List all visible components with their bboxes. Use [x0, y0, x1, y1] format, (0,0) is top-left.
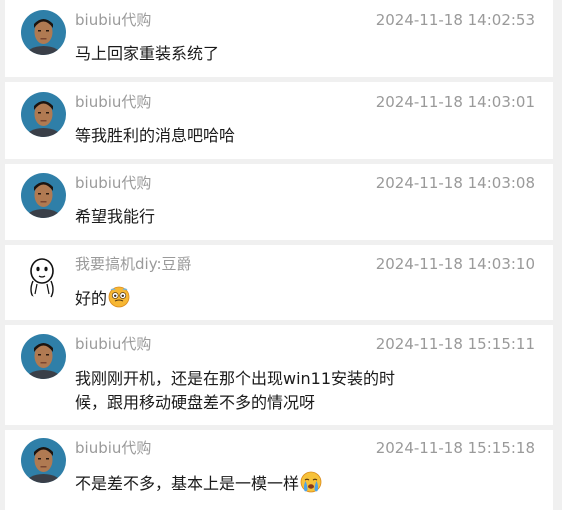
chat-message: biubiu代购 2024-11-18 15:15:18 不是差不多，基本上是一… — [5, 430, 553, 510]
timestamp: 2024-11-18 14:03:08 — [375, 174, 535, 192]
username[interactable]: 我要搞机diy:豆爵 — [75, 254, 192, 274]
message-text: 我刚刚开机，还是在那个出现win11安装的时 — [75, 369, 396, 388]
timestamp: 2024-11-18 14:02:53 — [375, 11, 535, 29]
doodle-face-icon — [21, 254, 66, 299]
message-text: 候，跟用移动硬盘差不多的情况呀 — [75, 393, 316, 412]
chat-message: 我要搞机diy:豆爵 2024-11-18 14:03:10 好的 — [5, 245, 553, 320]
user-avatar[interactable] — [21, 254, 66, 299]
chat-message-list: biubiu代购 2024-11-18 14:02:53 马上回家重装系统了 b… — [0, 0, 562, 510]
message-text: 不是差不多，基本上是一模一样 — [75, 471, 475, 500]
username[interactable]: biubiu代购 — [75, 334, 151, 354]
username[interactable]: biubiu代购 — [75, 173, 151, 193]
message-text: 等我胜利的消息吧哈哈 — [75, 126, 236, 145]
user-avatar[interactable] — [21, 438, 66, 483]
user-avatar[interactable] — [21, 92, 66, 137]
user-avatar[interactable] — [21, 10, 66, 55]
username[interactable]: biubiu代购 — [75, 438, 151, 458]
hot-face-emoji-icon — [108, 286, 130, 315]
timestamp: 2024-11-18 15:15:18 — [375, 439, 535, 457]
chat-message: biubiu代购 2024-11-18 14:02:53 马上回家重装系统了 — [5, 0, 553, 77]
message-text-content: 不是差不多，基本上是一模一样 — [75, 474, 300, 493]
message-text: 马上回家重装系统了 — [75, 44, 220, 63]
message-text: 希望我能行 — [75, 207, 156, 226]
user-avatar[interactable] — [21, 173, 66, 218]
timestamp: 2024-11-18 15:15:11 — [375, 335, 535, 353]
username[interactable]: biubiu代购 — [75, 92, 151, 112]
chat-message: biubiu代购 2024-11-18 15:15:11 我刚刚开机，还是在那个… — [5, 325, 553, 425]
message-text-content: 好的 — [75, 289, 108, 308]
username[interactable]: biubiu代购 — [75, 10, 151, 30]
message-text: 好的 — [75, 286, 475, 315]
chat-message: biubiu代购 2024-11-18 14:03:08 希望我能行 — [5, 164, 553, 240]
user-avatar[interactable] — [21, 334, 66, 379]
timestamp: 2024-11-18 14:03:10 — [375, 255, 535, 273]
timestamp: 2024-11-18 14:03:01 — [375, 93, 535, 111]
chat-message: biubiu代购 2024-11-18 14:03:01 等我胜利的消息吧哈哈 — [5, 82, 553, 159]
crying-face-emoji-icon — [300, 471, 322, 500]
